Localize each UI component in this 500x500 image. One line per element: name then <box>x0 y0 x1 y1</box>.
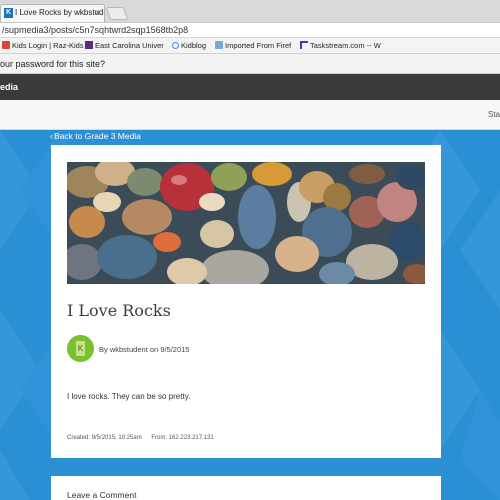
bookmark-label: Kidblog <box>181 41 207 50</box>
google-icon <box>172 42 179 49</box>
save-password-infobar: our password for this site? <box>0 54 500 74</box>
svg-text:K: K <box>78 344 84 353</box>
university-icon <box>85 41 93 49</box>
kidblog-favicon-icon: K <box>4 8 13 18</box>
bookmarks-bar: Kids Login | Raz-Kids East Carolina Univ… <box>0 38 500 54</box>
browser-tab[interactable]: K I Love Rocks by wkbstuden × <box>0 4 105 22</box>
bookmark-kidblog[interactable]: Kidblog <box>172 38 206 53</box>
chevron-left-icon: ‹ <box>50 131 53 141</box>
bookmark-east-carolina[interactable]: East Carolina Univer <box>85 38 164 53</box>
bookmark-taskstream[interactable]: Taskstream.com -- W <box>300 38 381 53</box>
book-icon <box>2 41 10 49</box>
address-bar[interactable]: /supmedia3/posts/c5n7sqhtwrd2sqp1568tb2p… <box>0 22 500 38</box>
taskstream-icon <box>300 41 308 49</box>
tab-close-icon[interactable]: × <box>95 5 100 21</box>
tab-title: I Love Rocks by wkbstuden <box>15 8 105 17</box>
post-card: I Love Rocks K By wkbstudent on 9/5/2015… <box>51 145 441 458</box>
bookmark-raz-kids[interactable]: Kids Login | Raz-Kids <box>2 38 84 53</box>
infobar-text: our password for this site? <box>0 59 106 69</box>
created-date: Created: 9/5/2015, 10:25am <box>67 435 142 441</box>
ip-address: From: 162.223.217.131 <box>151 435 214 441</box>
site-header: edia <box>0 74 500 100</box>
status-link[interactable]: Sta <box>488 100 500 130</box>
back-to-grade-3-media-link[interactable]: ‹Back to Grade 3 Media <box>50 131 141 141</box>
site-header-title[interactable]: edia <box>0 82 18 92</box>
new-tab-button[interactable] <box>105 7 129 20</box>
bookmark-label: Kids Login | Raz-Kids <box>12 41 84 50</box>
back-link-label: Back to Grade 3 Media <box>54 131 141 141</box>
bookmark-label: East Carolina Univer <box>95 41 164 50</box>
bookmark-label: Imported From Firef <box>225 41 292 50</box>
user-avatar[interactable]: K <box>67 335 94 362</box>
comment-card: Leave a Comment <box>51 476 441 500</box>
post-hero-image-rocks <box>67 162 425 284</box>
post-title: I Love Rocks <box>67 301 171 320</box>
folder-icon <box>215 41 223 49</box>
bookmark-label: Taskstream.com -- W <box>310 41 381 50</box>
leave-comment-heading: Leave a Comment <box>67 490 137 500</box>
site-subbar: Sta <box>0 100 500 130</box>
post-body: I love rocks. They can be so pretty. <box>67 392 191 401</box>
tab-strip: K I Love Rocks by wkbstuden × <box>0 0 500 22</box>
post-byline: By wkbstudent on 9/5/2015 <box>99 345 190 354</box>
post-meta: Created: 9/5/2015, 10:25am From: 162.223… <box>67 435 222 441</box>
bookmark-imported-firefox[interactable]: Imported From Firef <box>215 38 291 53</box>
